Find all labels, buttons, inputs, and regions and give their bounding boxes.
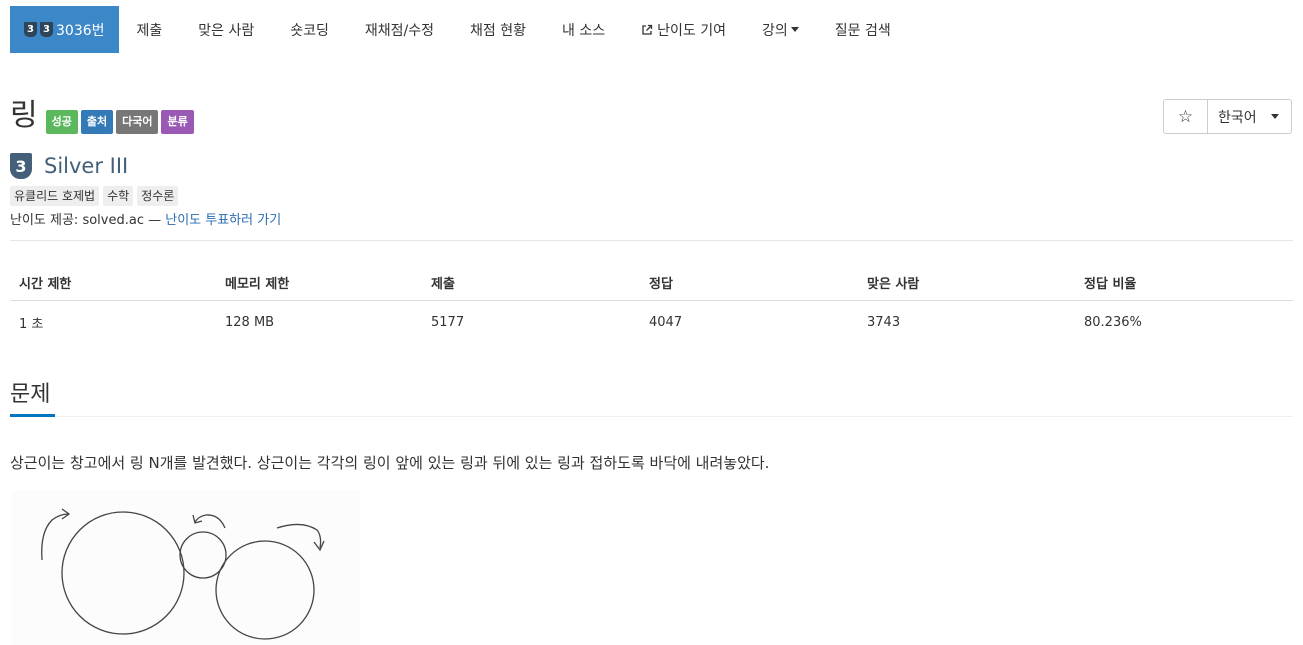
- label-multilang[interactable]: 다국어: [116, 110, 159, 134]
- section-underline: [10, 414, 55, 417]
- chevron-down-icon: [1270, 114, 1279, 119]
- rings-drawing: [41, 508, 325, 640]
- tier-icon: 3: [40, 22, 53, 37]
- nav-rejudge[interactable]: 재채점/수정: [347, 6, 452, 53]
- cell-memory-limit: 128 MB: [225, 315, 275, 330]
- problem-title: 링: [10, 98, 38, 133]
- header-accepted: 정답: [640, 264, 858, 301]
- label-source[interactable]: 출처: [80, 110, 114, 134]
- header-memory-limit: 메모리 제한: [216, 264, 422, 301]
- cell-accept-ratio: 80.236%: [1084, 315, 1142, 330]
- table-header-row: 시간 제한 메모리 제한 제출 정답 맞은 사람 정답 비율: [10, 264, 1293, 301]
- table-row: 1 초 128 MB 5177 4047 3743 80.236%: [10, 301, 1293, 341]
- problem-actions: ☆ 한국어: [1163, 99, 1292, 134]
- external-link-icon: [642, 24, 653, 35]
- header-accept-ratio: 정답 비율: [1075, 264, 1293, 301]
- nav-lecture-label: 강의: [761, 22, 788, 39]
- label-success[interactable]: 성공: [45, 110, 78, 134]
- nav-question-search[interactable]: 질문 검색: [817, 6, 909, 53]
- tag-item[interactable]: 수학: [103, 186, 134, 206]
- divider: [10, 240, 1293, 241]
- tier-row: 3 Silver III: [10, 153, 128, 179]
- cell-accepted: 4047: [649, 315, 683, 330]
- section-divider: [10, 416, 1293, 417]
- rings-illustration: [12, 490, 360, 645]
- chevron-down-icon: [790, 27, 799, 32]
- header-time-limit: 시간 제한: [10, 264, 216, 301]
- cell-submissions: 5177: [431, 315, 465, 330]
- problem-header: 링 성공 출처 다국어 분류: [10, 98, 197, 134]
- language-select-button[interactable]: 한국어: [1208, 99, 1292, 134]
- nav-my-source[interactable]: 내 소스: [544, 6, 623, 53]
- algorithm-tags: 유클리드 호제법 수학 정수론: [10, 186, 182, 206]
- nav-difficulty-label: 난이도 기여: [657, 22, 726, 39]
- silver-tier-icon: 3: [10, 153, 32, 179]
- provider-text: 난이도 제공: solved.ac —: [10, 213, 162, 228]
- language-label: 한국어: [1218, 109, 1257, 126]
- tag-item[interactable]: 정수론: [137, 186, 179, 206]
- nav-difficulty-contribution[interactable]: 난이도 기여: [623, 6, 744, 53]
- problem-info-table: 시간 제한 메모리 제한 제출 정답 맞은 사람 정답 비율 1 초 128 M…: [10, 264, 1293, 340]
- vote-difficulty-link[interactable]: 난이도 투표하러 가기: [165, 213, 281, 228]
- tier-name[interactable]: Silver III: [44, 154, 128, 178]
- section-title: 문제: [10, 382, 51, 407]
- tier-icon: 3: [24, 22, 37, 37]
- header-accepted-users: 맞은 사람: [858, 264, 1075, 301]
- nav-problem-tab[interactable]: 3 3 3036번: [10, 6, 119, 53]
- nav-problem-label: 3036번: [56, 22, 105, 39]
- nav-short-coding[interactable]: 숏코딩: [272, 6, 347, 53]
- nav-submit[interactable]: 제출: [119, 6, 181, 53]
- nav-lecture-dropdown[interactable]: 강의: [744, 6, 817, 53]
- cell-accepted-users: 3743: [867, 315, 901, 330]
- favorite-star-button[interactable]: ☆: [1163, 99, 1208, 134]
- label-category[interactable]: 분류: [161, 110, 194, 134]
- header-submissions: 제출: [422, 264, 640, 301]
- problem-nav: 3 3 3036번 제출 맞은 사람 숏코딩 재채점/수정 채점 현황 내 소스…: [10, 6, 909, 53]
- cell-time-limit: 1 초: [19, 317, 44, 332]
- problem-description: 상근이는 창고에서 링 N개를 발견했다. 상근이는 각각의 링이 앞에 있는 …: [10, 454, 770, 472]
- difficulty-provider: 난이도 제공: solved.ac — 난이도 투표하러 가기: [10, 209, 281, 228]
- nav-status[interactable]: 채점 현황: [452, 6, 544, 53]
- tag-item[interactable]: 유클리드 호제법: [10, 186, 100, 206]
- nav-accepted-users[interactable]: 맞은 사람: [180, 6, 272, 53]
